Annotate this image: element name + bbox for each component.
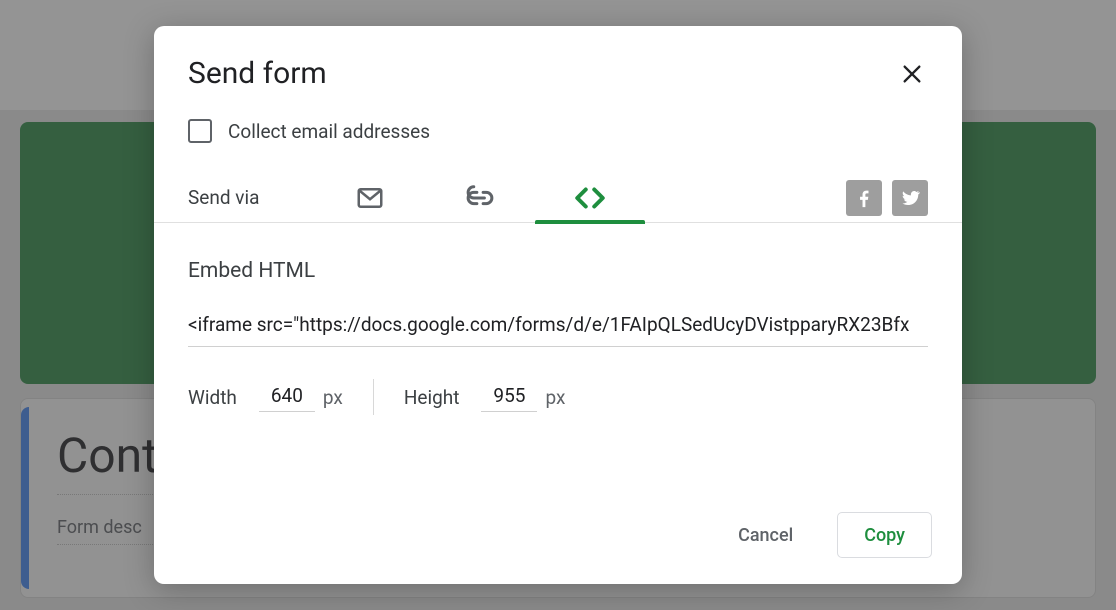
collect-emails-checkbox[interactable] [188, 119, 212, 143]
height-unit: px [545, 386, 565, 409]
dialog-footer: Cancel Copy [154, 512, 962, 584]
width-unit: px [323, 386, 343, 409]
close-button[interactable] [896, 58, 928, 90]
collect-emails-label: Collect email addresses [228, 120, 430, 143]
cancel-button[interactable]: Cancel [712, 512, 819, 558]
embed-section: Embed HTML Width px Height px [154, 223, 962, 512]
tab-email[interactable] [315, 173, 425, 223]
width-label: Width [188, 386, 237, 409]
embed-html-input[interactable] [188, 307, 928, 347]
facebook-icon [853, 187, 875, 209]
twitter-icon [899, 187, 921, 209]
email-icon [355, 183, 385, 213]
dialog-header: Send form [154, 56, 962, 91]
embed-section-title: Embed HTML [188, 259, 928, 283]
width-input[interactable] [259, 382, 315, 412]
send-form-dialog: Send form Collect email addresses Send v… [154, 26, 962, 584]
embed-icon [573, 181, 607, 215]
share-twitter-button[interactable] [892, 180, 928, 216]
dimension-separator [373, 379, 374, 415]
tab-link[interactable] [425, 173, 535, 223]
copy-button[interactable]: Copy [837, 512, 932, 558]
height-label: Height [404, 386, 460, 409]
dialog-title: Send form [188, 56, 327, 91]
collect-emails-row: Collect email addresses [154, 119, 962, 143]
send-via-row: Send via [154, 173, 962, 223]
height-input[interactable] [481, 382, 537, 412]
social-share [846, 180, 928, 216]
dimensions-row: Width px Height px [188, 379, 928, 415]
link-icon [465, 183, 495, 213]
close-icon [901, 63, 923, 85]
send-via-label: Send via [188, 186, 259, 209]
share-facebook-button[interactable] [846, 180, 882, 216]
tab-embed[interactable] [535, 173, 645, 223]
